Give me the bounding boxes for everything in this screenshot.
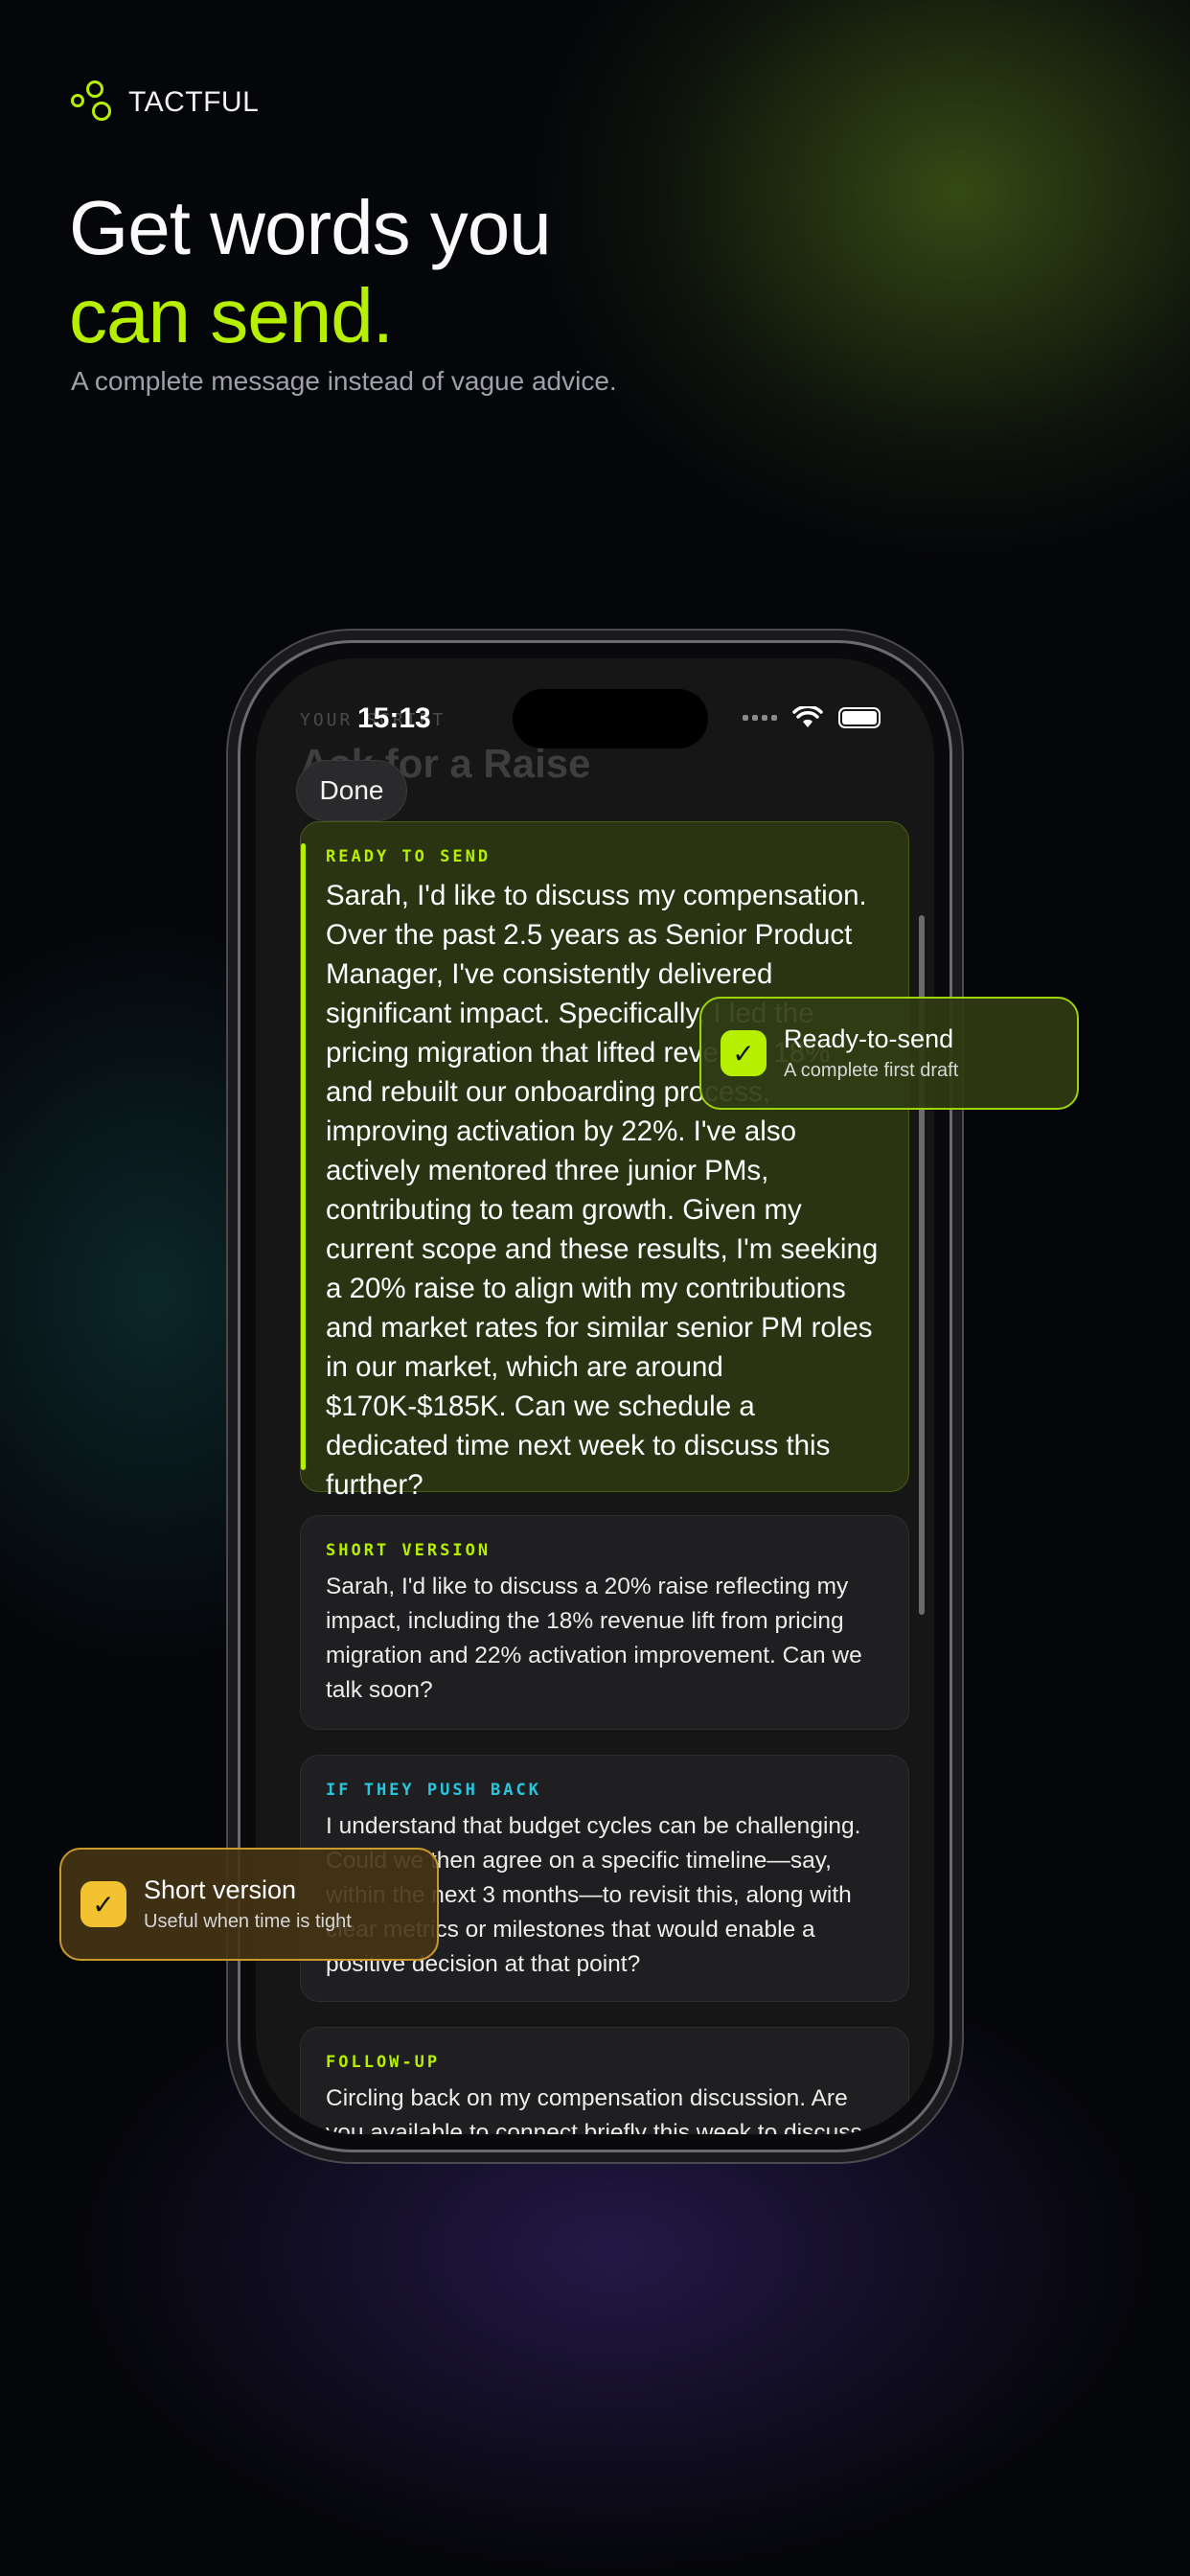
callout-title: Short version [144,1875,297,1904]
short-version-callout: ✓ Short version Useful when time is tigh… [59,1848,439,1961]
battery-icon [838,707,881,728]
card-body: Circling back on my compensation discuss… [326,2085,862,2134]
card-body: Sarah, I'd like to discuss my compensati… [326,880,879,1501]
hero-headline: Get words you can send. [69,184,552,360]
card-label: READY TO SEND [326,847,492,866]
callout-subtitle: A complete first draft [784,1060,959,1081]
headline-line-1: Get words you [69,185,552,270]
status-icons [743,706,881,729]
headline-line-2: can send. [69,273,394,358]
ready-to-send-card[interactable]: READY TO SEND Sarah, I'd like to discuss… [300,821,909,1501]
card-label: IF THEY PUSH BACK [326,1781,541,1800]
checkmark-icon: ✓ [80,1881,126,1927]
hero-subhead: A complete message instead of vague advi… [71,366,617,396]
status-time: 15:13 [357,702,431,734]
callout-title: Ready-to-send [784,1024,954,1053]
card-body: Sarah, I'd like to discuss a 20% raise r… [326,1574,862,1703]
short-version-card[interactable]: SHORT VERSION Sarah, I'd like to discuss… [300,1515,909,1730]
checkmark-icon: ✓ [721,1030,767,1076]
cellular-signal-icon [743,715,777,721]
card-label: SHORT VERSION [326,1541,492,1560]
callout-subtitle: Useful when time is tight [144,1911,352,1932]
ready-to-send-callout: ✓ Ready-to-send A complete first draft [699,997,1079,1110]
done-button[interactable]: Done [296,760,407,821]
card-label: FOLLOW-UP [326,2053,441,2072]
follow-up-card[interactable]: FOLLOW-UP Circling back on my compensati… [300,2027,909,2134]
wifi-icon [792,706,823,727]
dots-logo-icon [71,80,115,125]
brand-name: TACTFUL [128,86,260,118]
brand: TACTFUL [71,80,259,125]
dynamic-island [513,689,708,748]
